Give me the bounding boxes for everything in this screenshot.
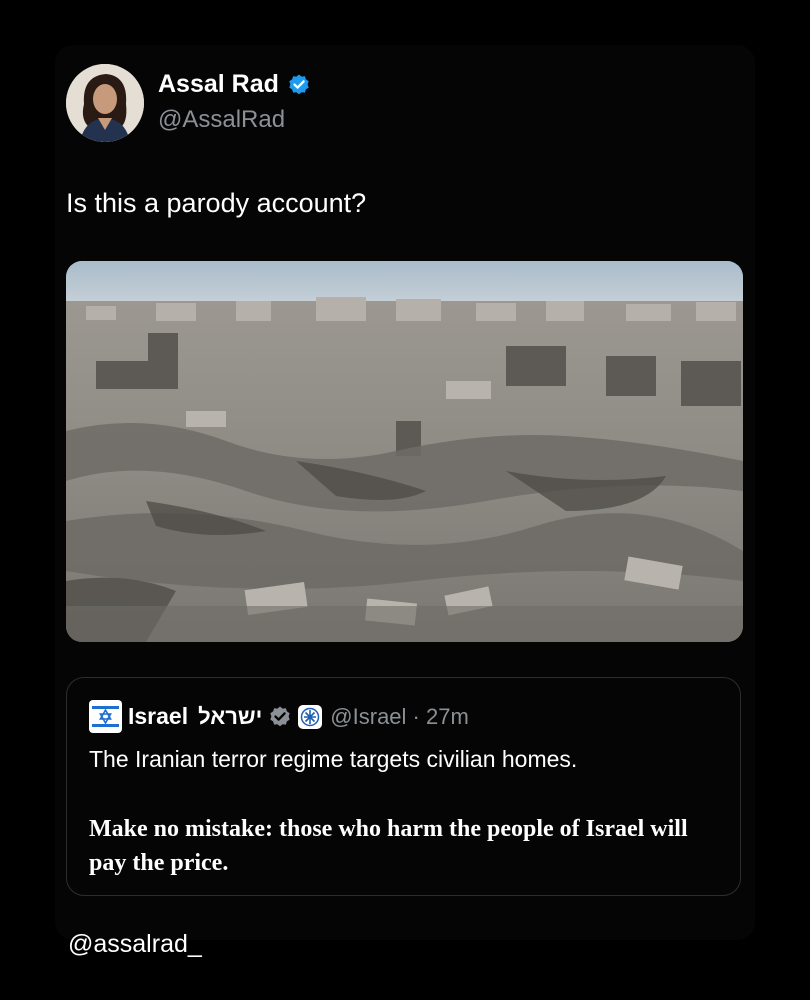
quoted-handle-time[interactable]: @Israel · 27m — [330, 704, 468, 730]
quoted-tweet-header: Israel ישראל @Israel · 27m — [89, 700, 469, 733]
star-of-david-icon[interactable] — [89, 700, 122, 733]
avatar[interactable] — [66, 64, 144, 142]
quoted-tweet[interactable]: Israel ישראל @Israel · 27m The Iranian t… — [66, 677, 741, 896]
author-name-row[interactable]: Assal Rad — [158, 70, 311, 99]
grey-verified-badge-icon — [268, 705, 292, 729]
tweet-text: Is this a parody account? — [66, 188, 367, 218]
tweet-image[interactable] — [66, 261, 743, 642]
quoted-author-name[interactable]: Israel — [128, 703, 188, 730]
quoted-tweet-text-bold: Make no mistake: those who harm the peop… — [89, 816, 688, 876]
verified-badge-icon — [287, 73, 311, 97]
quoted-tweet-text: The Iranian terror regime targets civili… — [89, 746, 578, 772]
israel-emblem-icon — [298, 704, 323, 729]
quoted-author-name-hebrew[interactable]: ישראל — [198, 704, 262, 730]
author-handle[interactable]: @AssalRad — [158, 106, 285, 134]
author-name[interactable]: Assal Rad — [158, 70, 279, 99]
watermark: @assalrad_ — [68, 930, 202, 958]
